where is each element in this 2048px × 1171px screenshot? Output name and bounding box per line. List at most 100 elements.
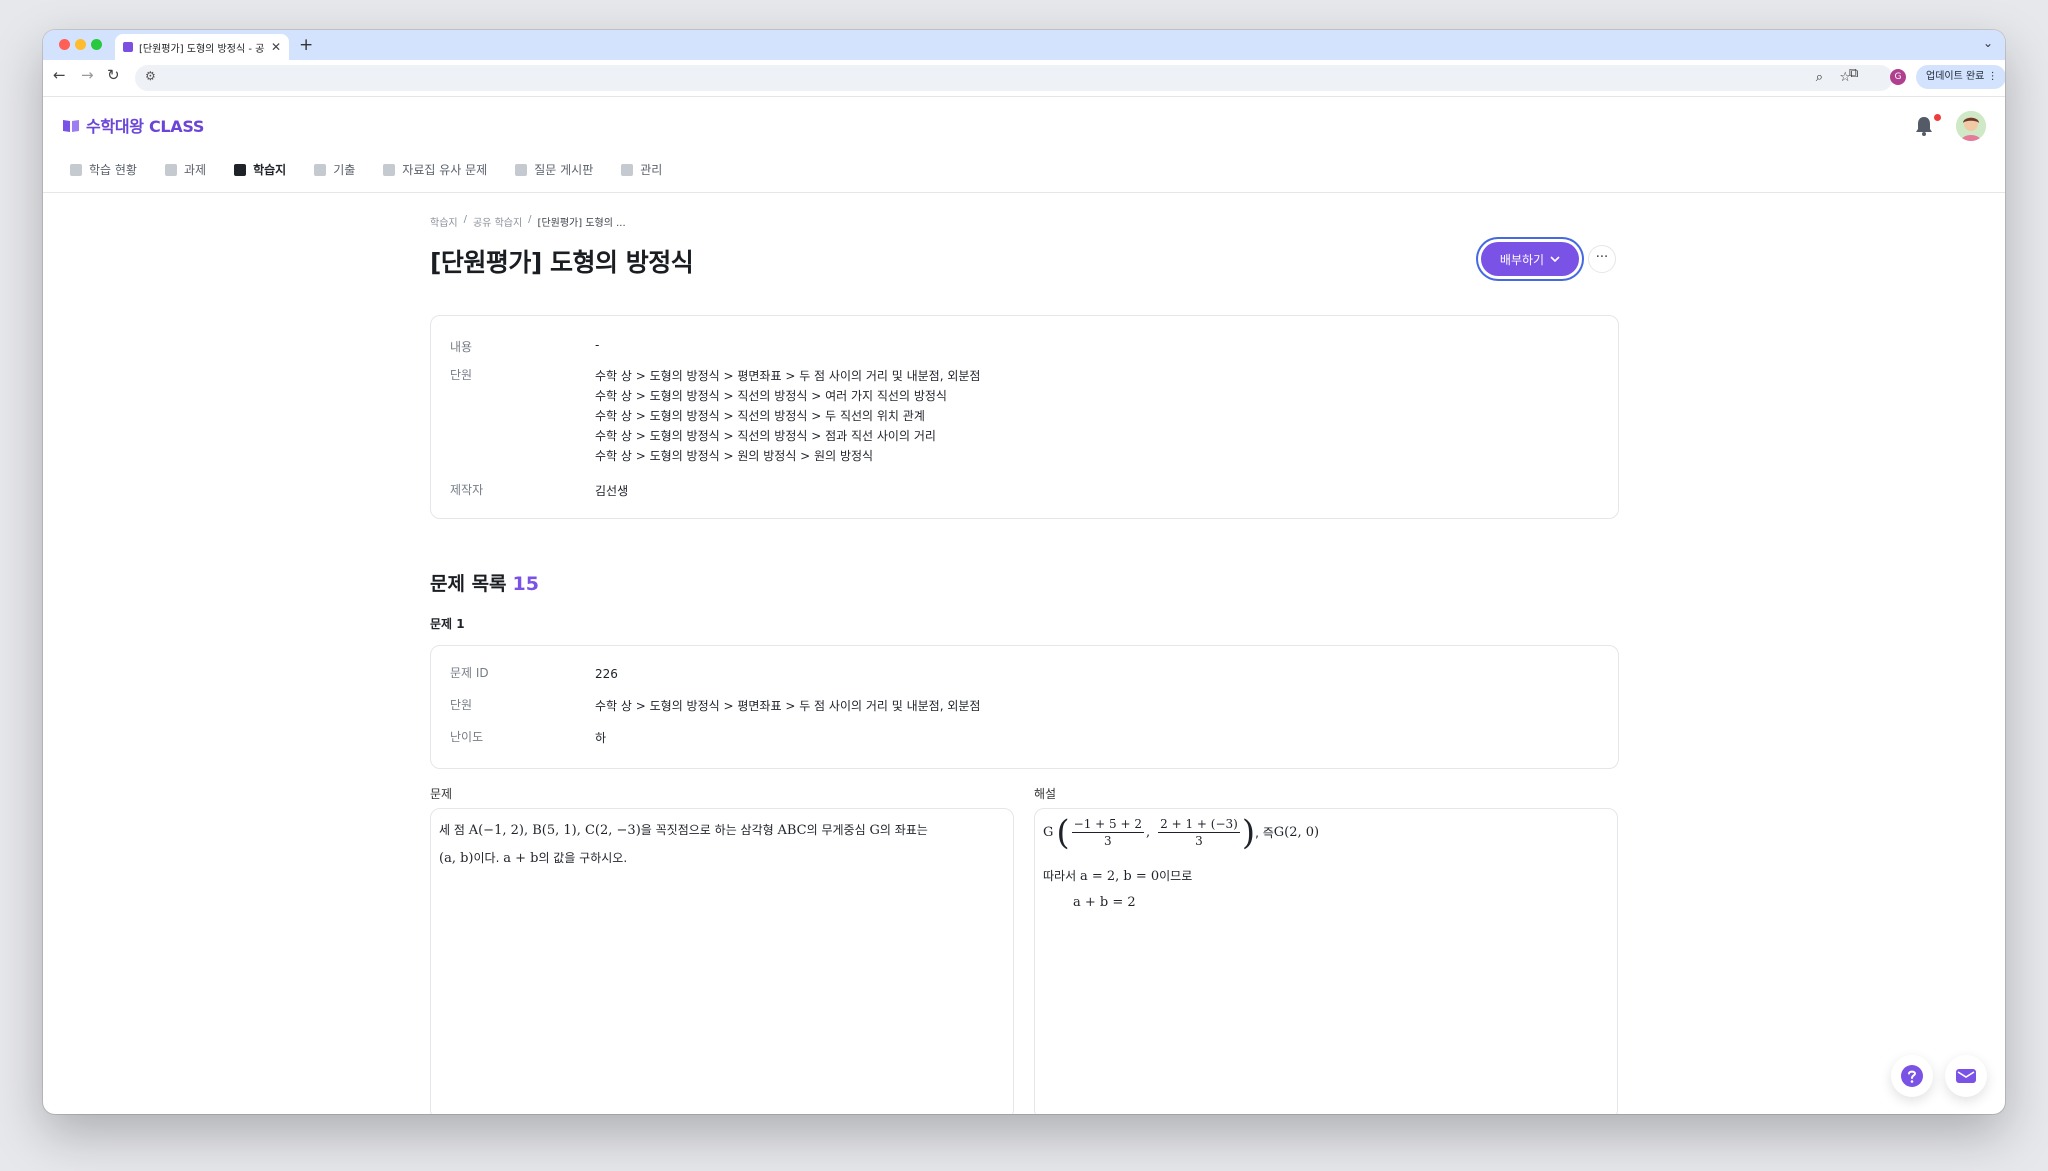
close-icon[interactable]: ✕: [271, 40, 281, 54]
nav-label: 자료집 유사 문제: [402, 163, 488, 177]
fraction-numerator: 2 + 1 + (−3): [1158, 817, 1240, 833]
nav-item-assignments[interactable]: 과제: [164, 161, 207, 178]
breadcrumb-worksheets[interactable]: 학습지: [430, 214, 458, 229]
meta-key: 난이도: [450, 730, 484, 744]
app-logo[interactable]: 수학대왕 CLASS: [62, 113, 204, 137]
nav-item-question-board[interactable]: 질문 게시판: [515, 161, 593, 178]
document-icon: [164, 163, 177, 176]
solution-text: 이므로: [1159, 869, 1193, 883]
info-key: 단원: [450, 368, 473, 382]
unit-item: 수학 상 > 도형의 방정식 > 직선의 방정식 > 여러 가지 직선의 방정식: [595, 389, 947, 403]
back-icon[interactable]: ←: [53, 66, 66, 84]
solution-label: 해설: [1034, 787, 1057, 801]
address-bar[interactable]: ⚙ ⌕ ☆: [135, 65, 1893, 91]
nav-item-worksheets[interactable]: 학습지: [234, 161, 286, 178]
nav-label: 과제: [183, 163, 207, 177]
extensions-icon[interactable]: ⧉: [1849, 66, 1858, 81]
main-navigation: 학습 현황 과제 학습지 기출 자료집 유사 문제 질문 게시판 관리: [70, 161, 690, 178]
problem-label: 문제 1: [430, 617, 465, 631]
question-icon: [1901, 1065, 1923, 1087]
reload-icon[interactable]: ↻: [107, 66, 120, 84]
question-math: A(−1, 2), B(5, 1), C(2, −3): [468, 823, 641, 838]
question-text: 세 점: [439, 823, 469, 837]
solution-line-1: G ( −1 + 5 + 2 3 , 2 + 1 + (−3) 3 ) , 즉 …: [1043, 816, 1320, 850]
nav-item-admin[interactable]: 관리: [621, 161, 662, 178]
avatar-icon: [1956, 111, 1986, 141]
page-title: [단원평가] 도형의 방정식: [430, 248, 694, 277]
message-button[interactable]: [1945, 1055, 1987, 1097]
minimize-window-button[interactable]: [75, 39, 86, 50]
breadcrumb-separator: /: [463, 214, 467, 225]
info-key: 내용: [450, 340, 473, 354]
fraction: 2 + 1 + (−3) 3: [1158, 817, 1240, 848]
update-button[interactable]: 업데이트 완료 ⋮: [1916, 65, 2005, 89]
site-settings-icon[interactable]: ⚙: [145, 69, 156, 83]
info-key: 제작자: [450, 483, 484, 497]
problem-meta-card: 문제 ID 226 단원 수학 상 > 도형의 방정식 > 평면좌표 > 두 점…: [430, 645, 1619, 769]
worksheet-icon: [234, 163, 247, 176]
meta-key: 단원: [450, 698, 473, 712]
help-button[interactable]: [1891, 1055, 1933, 1097]
question-math: a + b: [503, 851, 539, 866]
comma: ,: [1145, 825, 1151, 840]
solution-math: G(2, 0): [1273, 825, 1320, 840]
bell-icon[interactable]: [1913, 115, 1935, 137]
solution-line-2: 따라서 a = 2, b = 0이므로: [1043, 867, 1192, 884]
new-tab-button[interactable]: +: [299, 35, 313, 55]
distribute-button[interactable]: 배부하기: [1481, 242, 1579, 276]
problem-list-label: 문제 목록: [430, 573, 507, 595]
nav-label: 질문 게시판: [534, 163, 594, 177]
question-math: (a, b): [439, 851, 474, 866]
nav-label: 기출: [333, 163, 356, 177]
question-text: 이다.: [473, 851, 504, 865]
header-divider: [43, 192, 2005, 193]
solution-text: 따라서: [1043, 869, 1080, 883]
folder-icon: [383, 163, 396, 176]
info-value: -: [595, 338, 600, 352]
chat-icon: [515, 163, 528, 176]
favicon-icon: [123, 42, 133, 52]
breadcrumb-current: [단원평가] 도형의 ...: [537, 218, 626, 229]
question-line-1: 세 점 A(−1, 2), B(5, 1), C(2, −3)을 꼭짓점으로 하…: [439, 821, 928, 838]
meta-value: 하: [595, 731, 607, 745]
forward-icon[interactable]: →: [81, 66, 94, 84]
graduation-cap-icon: [70, 163, 82, 176]
more-options-button[interactable]: ···: [1588, 245, 1616, 273]
worksheet-info-card: 내용 - 단원 수학 상 > 도형의 방정식 > 평면좌표 > 두 점 사이의 …: [430, 315, 1619, 519]
notification-badge: [1934, 114, 1941, 121]
unit-list: 수학 상 > 도형의 방정식 > 평면좌표 > 두 점 사이의 거리 및 내분점…: [595, 366, 980, 466]
question-pane: 세 점 A(−1, 2), B(5, 1), C(2, −3)을 꼭짓점으로 하…: [430, 808, 1014, 1114]
browser-tab[interactable]: [단원평가] 도형의 방정식 - 공유 학 ✕: [115, 34, 289, 60]
nav-item-study-status[interactable]: 학습 현황: [70, 161, 137, 178]
gear-icon: [621, 163, 634, 176]
browser-toolbar: ← → ↻ ⚙ ⌕ ☆ ⧉: [43, 60, 2005, 96]
zoom-icon[interactable]: ⌕: [1816, 70, 1823, 85]
chevron-down-icon[interactable]: ⌄: [1983, 36, 1993, 50]
nav-item-similar-problems[interactable]: 자료집 유사 문제: [383, 161, 487, 178]
maximize-window-button[interactable]: [91, 39, 102, 50]
fraction-denominator: 3: [1195, 834, 1203, 848]
question-math: ABC: [777, 823, 807, 838]
meta-value: 수학 상 > 도형의 방정식 > 평면좌표 > 두 점 사이의 거리 및 내분점…: [595, 699, 981, 713]
user-avatar[interactable]: [1956, 111, 1986, 141]
info-row-content: 내용 -: [450, 338, 599, 355]
question-label: 문제: [430, 787, 453, 801]
profile-avatar[interactable]: G: [1890, 69, 1906, 85]
unit-item: 수학 상 > 도형의 방정식 > 직선의 방정식 > 두 직선의 위치 관계: [595, 409, 925, 423]
meta-row-unit: 단원 수학 상 > 도형의 방정식 > 평면좌표 > 두 점 사이의 거리 및 …: [450, 696, 980, 716]
unit-item: 수학 상 > 도형의 방정식 > 직선의 방정식 > 점과 직선 사이의 거리: [595, 429, 936, 443]
question-text: 의 무게중심: [806, 823, 870, 837]
close-window-button[interactable]: [59, 39, 70, 50]
info-value: 김선생: [595, 484, 629, 498]
chevron-down-icon: [1550, 256, 1560, 262]
solution-pane: G ( −1 + 5 + 2 3 , 2 + 1 + (−3) 3 ) , 즉 …: [1034, 808, 1618, 1114]
nav-label: 관리: [640, 163, 663, 177]
nav-item-past-exams[interactable]: 기출: [314, 161, 355, 178]
logo-text: 수학대왕 CLASS: [86, 117, 205, 136]
nav-label: 학습지: [253, 163, 287, 177]
distribute-label: 배부하기: [1499, 252, 1545, 267]
solution-line-3: a + b = 2: [1073, 895, 1136, 910]
solution-math: a + b = 2: [1073, 895, 1136, 910]
book-icon: [63, 119, 79, 132]
breadcrumb-shared[interactable]: 공유 학습지: [473, 214, 522, 229]
